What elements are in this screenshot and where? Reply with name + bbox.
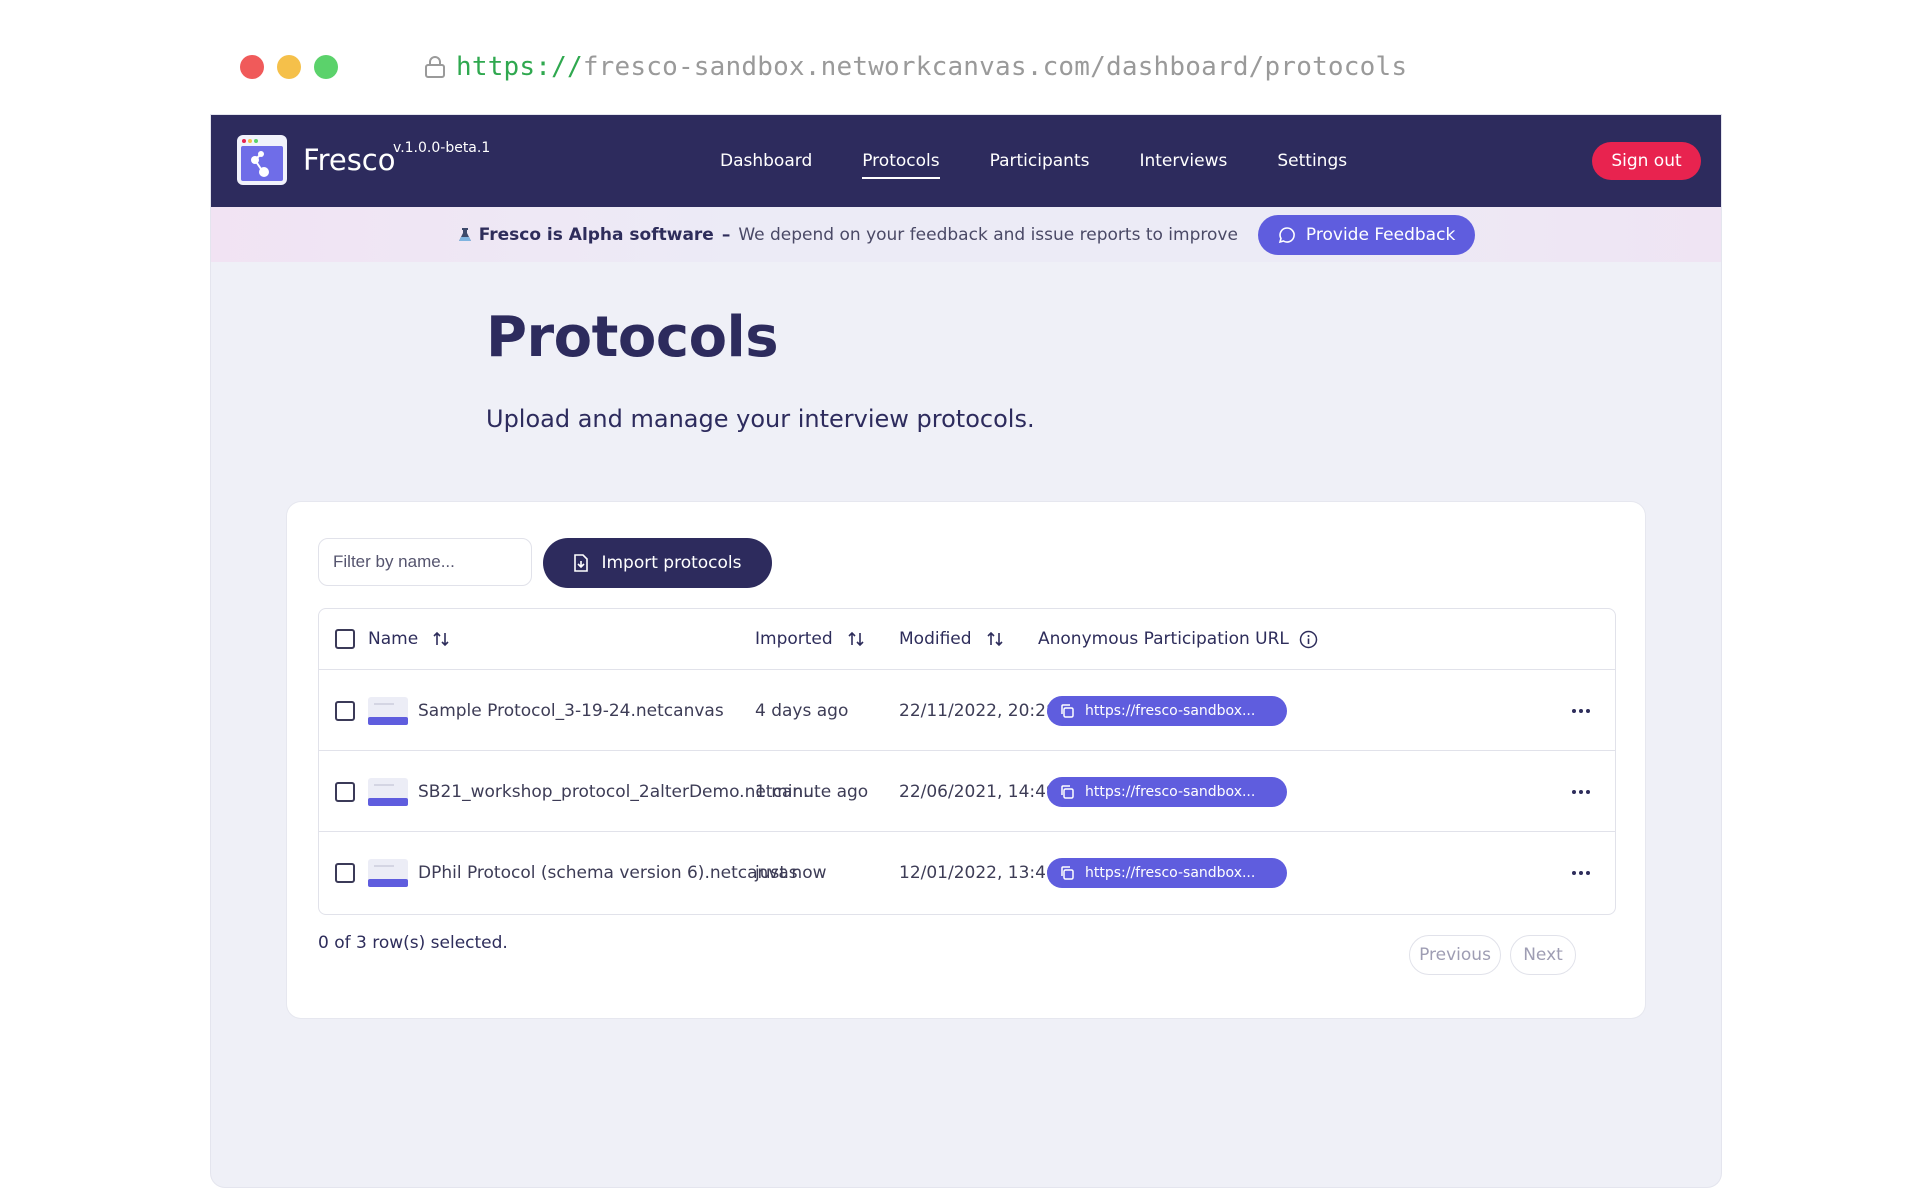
nav-link-settings[interactable]: Settings bbox=[1277, 151, 1347, 171]
copy-icon bbox=[1061, 703, 1074, 718]
app-window: Fresco v.1.0.0-beta.1 Dashboard Protocol… bbox=[211, 115, 1721, 1187]
nav-link-dashboard[interactable]: Dashboard bbox=[720, 151, 812, 171]
nav-link-interviews[interactable]: Interviews bbox=[1139, 151, 1227, 171]
column-url-header: Anonymous Participation URL bbox=[1038, 609, 1318, 669]
participation-url: https://fresco-sandbox... bbox=[1085, 783, 1256, 800]
table-row[interactable]: SB21_workshop_protocol_2alterDemo.netcan… bbox=[319, 750, 1615, 832]
sort-icon[interactable] bbox=[432, 630, 450, 648]
column-imported-header[interactable]: Imported bbox=[755, 609, 865, 669]
sort-icon[interactable] bbox=[847, 630, 865, 648]
column-name-label: Name bbox=[368, 629, 419, 649]
alpha-banner: Fresco is Alpha software – We depend on … bbox=[211, 207, 1721, 262]
more-actions-icon[interactable] bbox=[1571, 708, 1591, 714]
banner-separator: – bbox=[721, 224, 731, 245]
maximize-window-dot[interactable] bbox=[314, 55, 338, 79]
imported-time: 4 days ago bbox=[755, 700, 849, 721]
more-actions-icon[interactable] bbox=[1571, 870, 1591, 876]
minimize-window-dot[interactable] bbox=[277, 55, 301, 79]
protocols-card: Import protocols Name Imported Modified bbox=[287, 502, 1645, 1018]
copy-url-button[interactable]: https://fresco-sandbox... bbox=[1047, 857, 1287, 888]
imported-time: 1 minute ago bbox=[755, 781, 869, 802]
import-protocols-label: Import protocols bbox=[601, 553, 742, 573]
table-header-row: Name Imported Modified Anonymous Partici… bbox=[319, 609, 1615, 669]
row-checkbox[interactable] bbox=[335, 700, 355, 721]
participation-url: https://fresco-sandbox... bbox=[1085, 702, 1256, 719]
file-import-icon bbox=[574, 554, 589, 572]
info-icon[interactable] bbox=[1299, 630, 1318, 649]
column-url-label: Anonymous Participation URL bbox=[1038, 629, 1289, 649]
modified-date: 22/11/2022, 20:28 bbox=[899, 700, 1057, 721]
flask-icon bbox=[458, 227, 471, 241]
sort-icon[interactable] bbox=[986, 630, 1004, 648]
close-window-dot[interactable] bbox=[240, 55, 264, 79]
select-all-checkbox[interactable] bbox=[335, 629, 355, 649]
banner-message: We depend on your feedback and issue rep… bbox=[738, 224, 1238, 245]
page-title: Protocols bbox=[486, 305, 779, 370]
protocol-file-icon bbox=[368, 696, 408, 725]
import-protocols-button[interactable]: Import protocols bbox=[543, 538, 772, 588]
modified-date: 12/01/2022, 13:46 bbox=[899, 862, 1057, 883]
selection-count: 0 of 3 row(s) selected. bbox=[318, 933, 508, 953]
column-modified-header[interactable]: Modified bbox=[899, 609, 1004, 669]
fresco-logo-icon[interactable] bbox=[237, 135, 287, 185]
sign-out-button[interactable]: Sign out bbox=[1592, 142, 1701, 180]
nav-link-protocols[interactable]: Protocols bbox=[862, 151, 940, 179]
url-scheme: https:// bbox=[456, 52, 583, 82]
modified-date: 22/06/2021, 14:49 bbox=[899, 781, 1057, 802]
copy-url-button[interactable]: https://fresco-sandbox... bbox=[1047, 776, 1287, 807]
table-row[interactable]: DPhil Protocol (schema version 6).netcan… bbox=[319, 831, 1615, 913]
protocol-name: DPhil Protocol (schema version 6).netcan… bbox=[418, 862, 798, 883]
copy-icon bbox=[1061, 784, 1074, 799]
banner-title: Fresco is Alpha software bbox=[478, 224, 714, 245]
imported-time: just now bbox=[755, 862, 827, 883]
address-bar[interactable]: https://fresco-sandbox.networkcanvas.com… bbox=[424, 50, 1407, 84]
copy-icon bbox=[1061, 865, 1074, 880]
participation-url: https://fresco-sandbox... bbox=[1085, 864, 1256, 881]
lock-icon bbox=[425, 56, 445, 78]
protocol-file-icon bbox=[368, 777, 408, 806]
table-row[interactable]: Sample Protocol_3-19-24.netcanvas 4 days… bbox=[319, 669, 1615, 751]
column-name-header[interactable]: Name bbox=[368, 609, 450, 669]
window-controls bbox=[240, 55, 338, 79]
provide-feedback-button[interactable]: Provide Feedback bbox=[1257, 214, 1476, 255]
brand-name: Fresco bbox=[303, 143, 396, 177]
protocols-table: Name Imported Modified Anonymous Partici… bbox=[318, 608, 1616, 915]
protocol-name: Sample Protocol_3-19-24.netcanvas bbox=[418, 700, 724, 721]
column-modified-label: Modified bbox=[899, 629, 972, 649]
nav-link-participants[interactable]: Participants bbox=[990, 151, 1090, 171]
main-nav: Dashboard Protocols Participants Intervi… bbox=[720, 115, 1397, 207]
page-subtitle: Upload and manage your interview protoco… bbox=[486, 405, 1035, 433]
next-page-button[interactable]: Next bbox=[1510, 935, 1576, 975]
copy-url-button[interactable]: https://fresco-sandbox... bbox=[1047, 695, 1287, 726]
top-navbar: Fresco v.1.0.0-beta.1 Dashboard Protocol… bbox=[211, 115, 1721, 207]
column-imported-label: Imported bbox=[755, 629, 833, 649]
protocol-file-icon bbox=[368, 858, 408, 887]
url-path: fresco-sandbox.networkcanvas.com/dashboa… bbox=[582, 52, 1408, 82]
chat-bubble-icon bbox=[1278, 226, 1295, 243]
previous-page-button[interactable]: Previous bbox=[1409, 935, 1501, 975]
more-actions-icon[interactable] bbox=[1571, 789, 1591, 795]
row-checkbox[interactable] bbox=[335, 862, 355, 883]
version-label: v.1.0.0-beta.1 bbox=[393, 140, 491, 156]
provide-feedback-label: Provide Feedback bbox=[1305, 224, 1456, 245]
filter-input[interactable] bbox=[318, 538, 532, 586]
row-checkbox[interactable] bbox=[335, 781, 355, 802]
